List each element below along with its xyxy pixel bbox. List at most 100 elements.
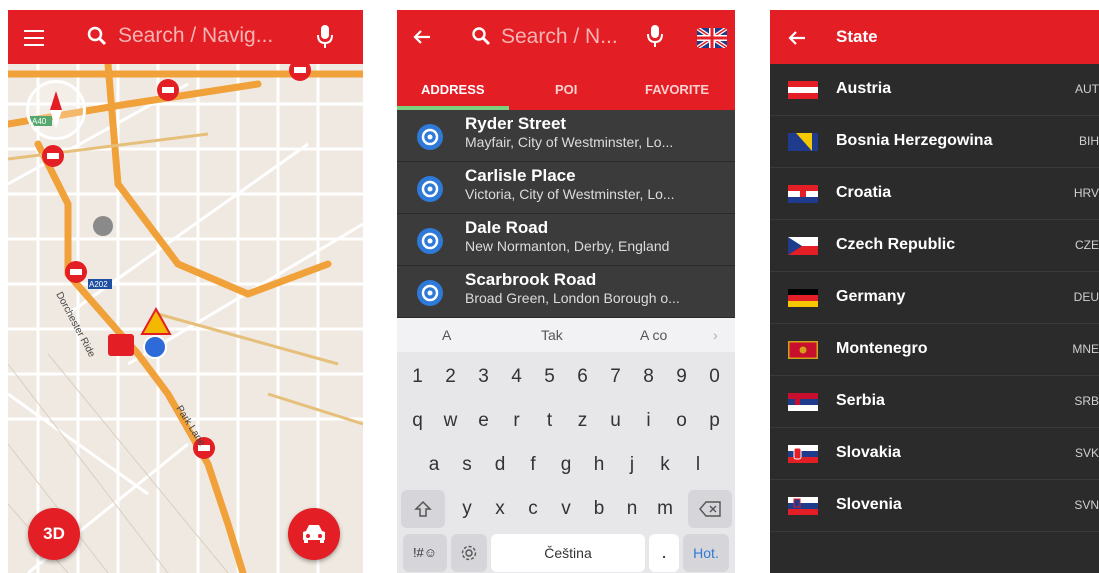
state-item-croatia[interactable]: Croatia HRV	[770, 168, 1099, 220]
result-subtitle: Broad Green, London Borough o...	[465, 290, 680, 306]
austria-flag-icon	[788, 81, 818, 99]
key[interactable]: o	[665, 402, 698, 440]
hamburger-icon[interactable]	[24, 30, 44, 46]
result-item[interactable]: Scarbrook Road Broad Green, London Borou…	[397, 266, 735, 318]
key[interactable]: w	[434, 402, 467, 440]
key[interactable]: 3	[467, 358, 500, 396]
keyboard-row-1: q w e r t z u i o p	[397, 402, 735, 440]
key[interactable]: s	[451, 446, 484, 484]
search-input[interactable]: Search / N...	[501, 25, 618, 49]
suggestion-item[interactable]: A	[442, 327, 451, 343]
key[interactable]: d	[484, 446, 517, 484]
back-arrow-icon[interactable]	[413, 28, 431, 46]
key[interactable]: 9	[665, 358, 698, 396]
key[interactable]: 8	[632, 358, 665, 396]
settings-key[interactable]	[451, 534, 487, 572]
state-item-czech[interactable]: Czech Republic CZE	[770, 220, 1099, 272]
key[interactable]: t	[533, 402, 566, 440]
done-key[interactable]: Hot.	[683, 534, 729, 572]
state-item-slovenia[interactable]: Slovenia SVN	[770, 480, 1099, 532]
key[interactable]: e	[467, 402, 500, 440]
microphone-icon[interactable]	[316, 24, 334, 50]
tab-poi[interactable]: POI	[555, 82, 577, 97]
tab-favorite[interactable]: FAVORITE	[645, 82, 709, 97]
period-key[interactable]: .	[649, 534, 679, 572]
backspace-key[interactable]	[687, 490, 732, 528]
chevron-right-icon[interactable]: ›	[713, 327, 718, 343]
state-code: MNE	[1072, 342, 1099, 356]
search-top-bar: Search / N... ADDRESS POI FAVORITE	[397, 10, 735, 110]
key[interactable]: 2	[434, 358, 467, 396]
keyboard-suggestion-bar: A Tak A co ›	[397, 318, 735, 352]
key[interactable]: i	[632, 402, 665, 440]
result-item[interactable]: Carlisle Place Victoria, City of Westmin…	[397, 162, 735, 214]
location-pin-icon	[417, 228, 443, 254]
state-code: HRV	[1073, 186, 1099, 200]
map-search-input[interactable]: Search / Navig...	[118, 24, 273, 48]
key[interactable]: z	[566, 402, 599, 440]
car-icon	[303, 525, 325, 543]
key[interactable]: x	[484, 490, 517, 528]
key[interactable]: b	[583, 490, 616, 528]
key[interactable]: m	[649, 490, 682, 528]
state-item-austria[interactable]: Austria AUT	[770, 64, 1099, 116]
state-item-slovakia[interactable]: Slovakia SVK	[770, 428, 1099, 480]
state-code: AUT	[1075, 82, 1099, 96]
key[interactable]: v	[550, 490, 583, 528]
serbia-flag-icon	[788, 393, 818, 411]
keyboard-row-digits: 1 2 3 4 5 6 7 8 9 0	[397, 358, 735, 396]
key[interactable]: c	[517, 490, 550, 528]
key[interactable]: a	[418, 446, 451, 484]
tab-address[interactable]: ADDRESS	[421, 82, 485, 97]
location-pin-icon	[417, 176, 443, 202]
uk-flag-icon[interactable]	[697, 28, 727, 48]
key[interactable]: 1	[401, 358, 434, 396]
state-code: SVN	[1074, 498, 1099, 512]
key[interactable]: r	[500, 402, 533, 440]
state-item-germany[interactable]: Germany DEU	[770, 272, 1099, 324]
key[interactable]: 4	[500, 358, 533, 396]
key[interactable]: j	[616, 446, 649, 484]
result-title: Dale Road	[465, 218, 549, 237]
state-item-serbia[interactable]: Serbia SRB	[770, 376, 1099, 428]
montenegro-flag-icon	[788, 341, 818, 359]
result-subtitle: Mayfair, City of Westminster, Lo...	[465, 134, 674, 150]
key[interactable]: q	[401, 402, 434, 440]
car-mode-button[interactable]	[288, 508, 340, 560]
search-screen: Search / N... ADDRESS POI FAVORITE Ryder…	[397, 10, 735, 573]
space-key[interactable]: Čeština	[491, 534, 645, 572]
state-screen: State Austria AUT Bosnia Herzegowina BIH…	[770, 10, 1099, 573]
state-code: SVK	[1074, 446, 1099, 460]
key[interactable]: p	[698, 402, 731, 440]
key[interactable]: 5	[533, 358, 566, 396]
3d-view-button[interactable]: 3D	[28, 508, 80, 560]
state-name: Slovakia	[836, 444, 901, 461]
key[interactable]: 6	[566, 358, 599, 396]
key[interactable]: g	[550, 446, 583, 484]
key[interactable]: f	[517, 446, 550, 484]
symbols-key[interactable]: !#☺	[403, 534, 447, 572]
shift-key[interactable]	[400, 490, 445, 528]
suggestion-item[interactable]: A co	[640, 327, 667, 343]
result-item[interactable]: Ryder Street Mayfair, City of Westminste…	[397, 110, 735, 162]
slovenia-flag-icon	[788, 497, 818, 515]
key[interactable]: 7	[599, 358, 632, 396]
state-item-bosnia[interactable]: Bosnia Herzegowina BIH	[770, 116, 1099, 168]
key[interactable]: l	[682, 446, 715, 484]
back-arrow-icon[interactable]	[788, 29, 806, 47]
road-label-a202: A202	[89, 280, 108, 289]
state-item-montenegro[interactable]: Montenegro MNE	[770, 324, 1099, 376]
location-pin-icon	[417, 280, 443, 306]
microphone-icon[interactable]	[647, 24, 663, 48]
key[interactable]: y	[451, 490, 484, 528]
slovakia-flag-icon	[788, 445, 818, 463]
key[interactable]: k	[649, 446, 682, 484]
suggestion-item[interactable]: Tak	[541, 327, 563, 343]
result-item[interactable]: Dale Road New Normanton, Derby, England	[397, 214, 735, 266]
compass-icon[interactable]	[26, 80, 86, 140]
key[interactable]: u	[599, 402, 632, 440]
map-screen: Search / Navig... A40 A202 Dorchester Ri…	[8, 10, 363, 573]
key[interactable]: n	[616, 490, 649, 528]
key[interactable]: h	[583, 446, 616, 484]
key[interactable]: 0	[698, 358, 731, 396]
